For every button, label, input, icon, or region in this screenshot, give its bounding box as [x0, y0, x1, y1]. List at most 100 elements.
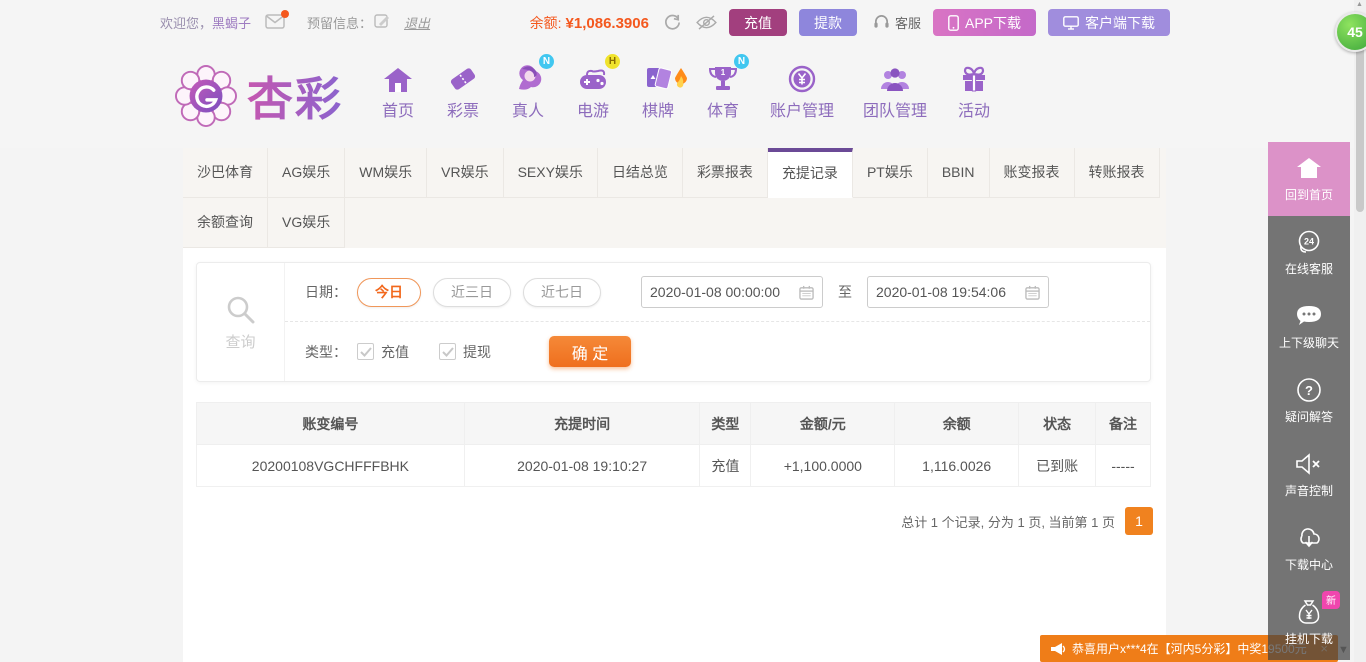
- client-download-button[interactable]: 客户端下载: [1048, 9, 1170, 36]
- team-icon: [879, 59, 911, 93]
- scroll-up-arrow-icon[interactable]: ▲: [1356, 1, 1363, 8]
- logout-link[interactable]: 退出: [404, 13, 430, 32]
- app-download-button[interactable]: APP下载: [932, 9, 1036, 36]
- tab-account-change-report[interactable]: 账变报表: [989, 148, 1075, 198]
- refresh-balance-icon[interactable]: [663, 13, 682, 32]
- sidebar-item-chat[interactable]: 上下级聊天: [1268, 290, 1350, 364]
- search-icon: [227, 296, 254, 323]
- sidebar-item-online-service[interactable]: 24 在线客服: [1268, 216, 1350, 290]
- sidebar-item-sound[interactable]: 声音控制: [1268, 438, 1350, 512]
- trophy-icon: 1 N: [708, 54, 749, 93]
- filter-fields: 日期： 今日 近三日 近七日 2020-01-08 00:00:00 至 202…: [285, 263, 1150, 381]
- tab-pt[interactable]: PT娱乐: [852, 148, 928, 198]
- date-from-value: 2020-01-08 00:00:00: [650, 284, 780, 300]
- new-badge: 新: [1322, 591, 1340, 609]
- tab-lottery-report[interactable]: 彩票报表: [682, 148, 768, 198]
- main-nav: 首页 彩票 N 真人 H 电游 棋牌 1 N 体育 账户管理 团队管理 活动: [380, 54, 992, 121]
- deposit-checkbox[interactable]: 充值: [357, 342, 409, 362]
- welcome-text: 欢迎您，: [160, 16, 213, 31]
- preset-3days-button[interactable]: 近三日: [433, 277, 511, 307]
- sidebar-item-label: 声音控制: [1284, 484, 1333, 498]
- col-time: 充提时间: [463, 402, 701, 445]
- deposit-button[interactable]: 充值: [728, 9, 787, 36]
- date-to-input[interactable]: 2020-01-08 19:54:06: [867, 276, 1049, 308]
- sidebar-item-back-home[interactable]: 回到首页: [1268, 142, 1350, 216]
- nav-item-lottery[interactable]: 彩票: [445, 59, 481, 121]
- logo-text: 杏彩: [247, 63, 343, 129]
- col-note: 备注: [1095, 402, 1151, 445]
- username: 黑蝎子: [212, 16, 252, 31]
- svg-text:?: ?: [1305, 383, 1313, 398]
- scrollbar-thumb[interactable]: [1356, 42, 1364, 212]
- tab-bbin[interactable]: BBIN: [927, 148, 990, 198]
- header: 杏彩 首页 彩票 N 真人 H 电游 棋牌 1 N 体育 账户管理 团队管理 活…: [0, 45, 1366, 148]
- tab-vr[interactable]: VR娱乐: [427, 148, 504, 198]
- tab-vg[interactable]: VG娱乐: [268, 198, 346, 248]
- cell-amount: +1,100.0000: [750, 444, 896, 487]
- nav-item-home[interactable]: 首页: [380, 59, 416, 121]
- table-header-row: 账变编号 充提时间 类型 金额/元 余额 状态 备注: [196, 402, 1151, 445]
- report-tabs: 沙巴体育 AG娱乐 WM娱乐 VR娱乐 SEXY娱乐 日结总览 彩票报表 充提记…: [183, 148, 1166, 248]
- tab-balance-query[interactable]: 余额查询: [183, 198, 268, 248]
- deposit-checkbox-label: 充值: [381, 343, 409, 360]
- sidebar-item-download-center[interactable]: 下载中心: [1268, 512, 1350, 586]
- live-person-icon: N: [513, 54, 554, 93]
- monitor-icon: [1063, 15, 1079, 30]
- tab-shaba-sports[interactable]: 沙巴体育: [183, 148, 268, 198]
- tab-daily-summary[interactable]: 日结总览: [597, 148, 683, 198]
- main-content: 沙巴体育 AG娱乐 WM娱乐 VR娱乐 SEXY娱乐 日结总览 彩票报表 充提记…: [183, 148, 1166, 662]
- date-from-input[interactable]: 2020-01-08 00:00:00: [641, 276, 823, 308]
- gift-icon: [960, 59, 988, 93]
- nav-badge-n: N: [734, 54, 749, 69]
- site-logo[interactable]: 杏彩: [175, 63, 343, 129]
- scrollbar[interactable]: ▲: [1354, 0, 1366, 662]
- cell-type: 充值: [699, 444, 752, 487]
- nav-label: 团队管理: [863, 103, 928, 120]
- nav-label: 彩票: [446, 103, 479, 120]
- col-status: 状态: [1018, 402, 1097, 445]
- edit-icon[interactable]: [374, 13, 390, 32]
- confirm-button[interactable]: 确 定: [549, 336, 631, 367]
- checkbox-icon: [357, 343, 374, 360]
- gamepad-icon: H: [577, 54, 620, 93]
- nav-item-live[interactable]: N 真人: [510, 54, 554, 121]
- sidebar-item-label: 上下级聊天: [1278, 336, 1339, 350]
- type-filter-row: 类型： 充值 提现 确 定: [285, 322, 1150, 381]
- sidebar-item-faq[interactable]: ? 疑问解答: [1268, 364, 1350, 438]
- withdraw-button[interactable]: 提款: [798, 9, 857, 36]
- nav-item-activity[interactable]: 活动: [956, 59, 992, 121]
- tab-sexy[interactable]: SEXY娱乐: [503, 148, 598, 198]
- logo-flower-icon: [175, 65, 237, 127]
- collapse-arrow-icon[interactable]: ▼: [1338, 644, 1349, 656]
- nav-label: 活动: [958, 103, 991, 120]
- nav-label: 电游: [576, 103, 609, 120]
- tab-transfer-report[interactable]: 转账报表: [1074, 148, 1160, 198]
- page-1-button[interactable]: 1: [1125, 507, 1153, 535]
- nav-item-cards[interactable]: 棋牌: [640, 59, 687, 121]
- sidebar-item-label: 下载中心: [1284, 558, 1333, 572]
- balance: 余额: ¥1,086.3906: [530, 13, 649, 33]
- sidebar-item-label: 在线客服: [1284, 262, 1333, 276]
- preset-7days-button[interactable]: 近七日: [523, 277, 601, 307]
- withdraw-checkbox[interactable]: 提现: [439, 342, 491, 362]
- nav-item-account[interactable]: 账户管理: [770, 59, 834, 121]
- hide-balance-icon[interactable]: [696, 15, 717, 30]
- query-side-label: 查询: [197, 263, 285, 381]
- pagination-summary: 总计 1 个记录, 分为 1 页, 当前第 1 页: [901, 514, 1115, 530]
- customer-service-link[interactable]: 客服: [873, 13, 921, 32]
- tab-wm[interactable]: WM娱乐: [345, 148, 428, 198]
- sidebar-item-label: 挂机下载: [1284, 632, 1333, 646]
- nav-item-egames[interactable]: H 电游: [575, 54, 620, 121]
- col-amount: 金额/元: [750, 402, 896, 445]
- date-to-value: 2020-01-08 19:54:06: [876, 284, 1006, 300]
- nav-item-team[interactable]: 团队管理: [863, 59, 927, 121]
- preset-today-button[interactable]: 今日: [357, 277, 421, 307]
- tab-ag[interactable]: AG娱乐: [268, 148, 346, 198]
- col-type: 类型: [699, 402, 752, 445]
- mail-icon[interactable]: [265, 9, 290, 32]
- page: 欢迎您，黑蝎子 预留信息： 退出 余额:¥1,086.3906 充值 提款: [0, 0, 1366, 662]
- cloud-download-icon: [1295, 525, 1323, 551]
- records-table: 账变编号 充提时间 类型 金额/元 余额 状态 备注 20200108VGCHF…: [196, 402, 1151, 487]
- tab-deposit-withdraw-records[interactable]: 充提记录: [767, 148, 853, 198]
- nav-item-sports[interactable]: 1 N 体育: [705, 54, 749, 121]
